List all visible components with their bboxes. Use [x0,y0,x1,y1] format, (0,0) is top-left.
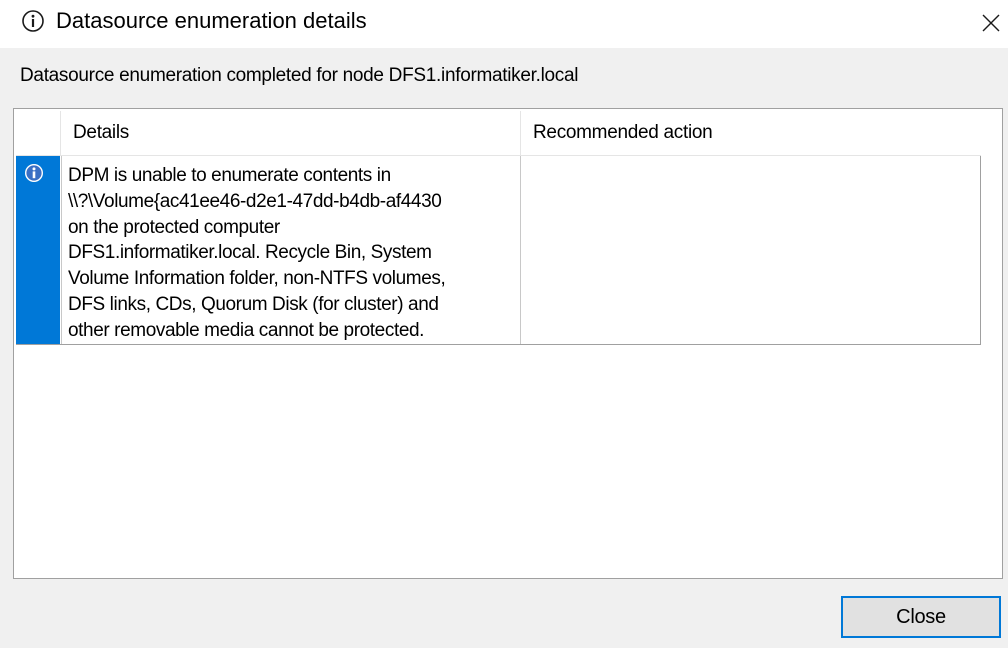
details-line: \\?\Volume{ac41ee46-d2e1-47dd-b4db-af443… [68,190,442,212]
details-grid: Details Recommended action DPM is unable… [16,111,981,345]
header-icon-column[interactable] [16,111,60,155]
details-line: DFS1.informatiker.local. Recycle Bin, Sy… [68,242,432,264]
details-panel: Details Recommended action DPM is unable… [13,108,1003,579]
close-x-icon[interactable] [974,6,1008,40]
details-line: DFS links, CDs, Quorum Disk (for cluster… [68,293,439,315]
details-cell[interactable]: DPM is unable to enumerate contents in \… [61,156,519,344]
info-icon [24,163,44,183]
close-button[interactable]: Close [841,596,1001,638]
details-line: Volume Information folder, non-NTFS volu… [68,268,446,290]
header-details[interactable]: Details [61,111,520,155]
info-circle-icon [21,9,45,33]
dialog-window: Datasource enumeration details Datasourc… [0,0,1008,648]
details-line: on the protected computer [68,216,280,238]
row-selector-cell[interactable] [16,156,60,344]
details-line: DPM is unable to enumerate contents in [68,165,391,186]
status-message: Datasource enumeration completed for nod… [20,65,579,86]
header-recommended-action[interactable]: Recommended action [521,111,981,155]
details-line: other removable media cannot be protecte… [68,319,425,341]
grid-right-border [980,156,981,344]
grid-header-row: Details Recommended action [16,111,981,156]
title-bar: Datasource enumeration details [0,0,1008,48]
table-row[interactable]: DPM is unable to enumerate contents in \… [16,156,981,345]
window-title: Datasource enumeration details [56,8,367,33]
recommended-action-cell[interactable] [521,156,980,344]
